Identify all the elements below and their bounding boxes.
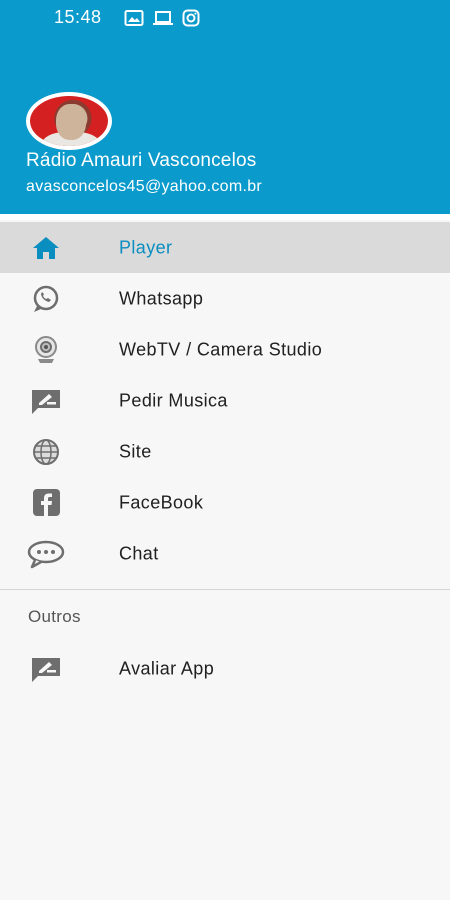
facebook-icon <box>26 488 66 518</box>
menu-item-label: Whatsapp <box>119 288 204 308</box>
status-icons <box>124 9 200 27</box>
menu-item-chat[interactable]: Chat <box>0 528 450 579</box>
menu-item-player[interactable]: Player <box>0 222 450 273</box>
menu-item-facebook[interactable]: FaceBook <box>0 477 450 528</box>
webcam-icon <box>26 335 66 365</box>
header-divider <box>0 214 450 220</box>
drawer-menu: Player Whatsapp WebTV / Camera Studio Pe… <box>0 222 450 579</box>
home-icon <box>26 233 66 263</box>
menu-item-label: WebTV / Camera Studio <box>119 339 323 359</box>
section-title-outros: Outros <box>28 607 81 626</box>
laptop-icon <box>152 9 174 27</box>
menu-item-avaliar-app[interactable]: Avaliar App <box>0 643 450 694</box>
rate-review-icon <box>26 386 66 416</box>
avatar-face <box>56 104 86 140</box>
chat-bubble-icon <box>26 539 66 569</box>
globe-icon <box>26 437 66 467</box>
menu-item-label: Avaliar App <box>119 658 215 678</box>
image-icon <box>124 9 144 27</box>
status-time: 15:48 <box>54 7 102 27</box>
section-divider <box>0 589 450 590</box>
menu-item-label: Player <box>119 237 173 257</box>
menu-item-webtv[interactable]: WebTV / Camera Studio <box>0 324 450 375</box>
menu-item-label: Pedir Musica <box>119 390 228 410</box>
instagram-icon <box>182 9 200 27</box>
outros-menu: Avaliar App <box>0 643 450 694</box>
menu-item-label: Chat <box>119 543 159 563</box>
rate-review-icon <box>26 654 66 684</box>
menu-item-site[interactable]: Site <box>0 426 450 477</box>
avatar-photo <box>30 96 108 146</box>
avatar[interactable] <box>26 92 112 150</box>
whatsapp-icon <box>26 284 66 314</box>
menu-item-label: FaceBook <box>119 492 204 512</box>
status-bar: 15:48 <box>0 0 450 36</box>
drawer-header: 15:48 Rádio Amauri Vasconcelos avasconce… <box>0 0 450 214</box>
menu-item-whatsapp[interactable]: Whatsapp <box>0 273 450 324</box>
user-email: avasconcelos45@yahoo.com.br <box>26 178 263 195</box>
menu-item-pedir-musica[interactable]: Pedir Musica <box>0 375 450 426</box>
user-name: Rádio Amauri Vasconcelos <box>26 150 257 171</box>
menu-item-label: Site <box>119 441 152 461</box>
